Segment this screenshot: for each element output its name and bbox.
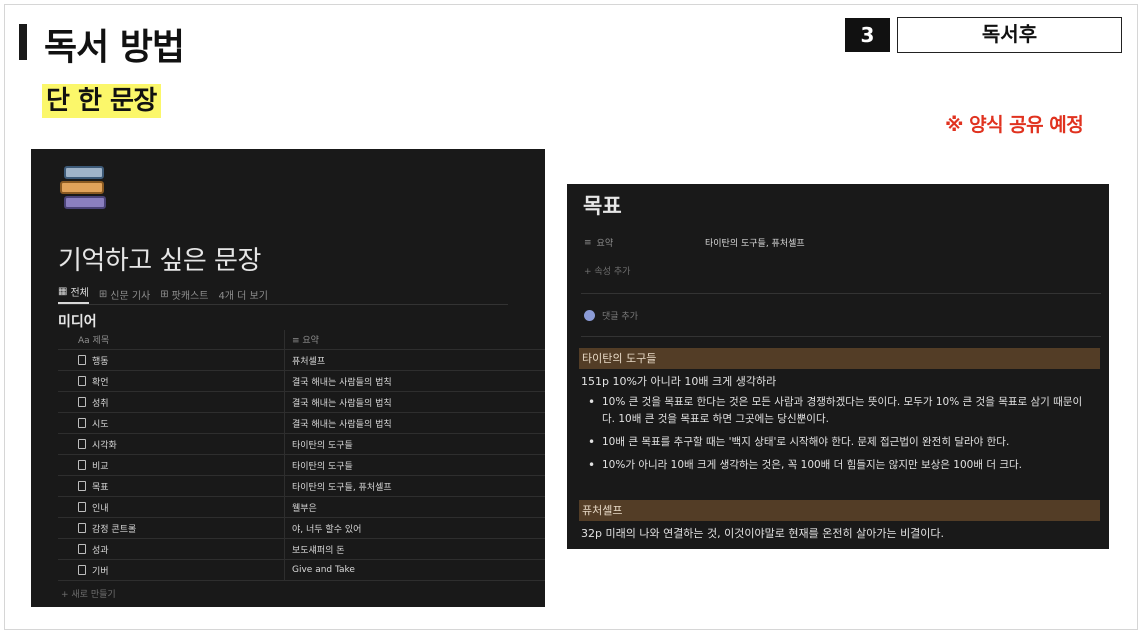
row-summary: 결국 해내는 사람들의 법칙 [292,398,392,409]
slide-subtitle: 단 한 문장 [42,84,161,118]
step-number-badge: 3 [845,18,890,52]
table-row[interactable]: 인내 웰부은 [58,497,545,518]
divider [581,293,1101,294]
column-header-title[interactable]: Aa 제목 [58,330,285,349]
tab-news[interactable]: ⊞ 신문 기사 [99,284,150,304]
row-summary: 퓨처셀프 [292,356,326,367]
row-summary: Give and Take [292,565,355,575]
database-title: 기억하고 싶은 문장 [58,246,261,276]
page-title: 목표 [583,194,622,218]
list-icon: ≡ [584,237,592,248]
title-accent-bar [19,24,27,60]
notion-database-screenshot: 기억하고 싶은 문장 ▦ 전체 ⊞ 신문 기사 ⊞ 팟캐스트 4개 더 보기 미… [31,149,545,607]
tab-all[interactable]: ▦ 전체 [58,284,89,304]
page-icon [78,355,86,365]
list-item: 10%가 아니라 10배 크게 생각하는 것은, 꼭 100배 더 힘들지는 않… [581,457,1091,474]
page-icon [78,481,86,491]
avatar [584,310,595,321]
property-value: 타이탄의 도구들, 퓨처셀프 [705,239,805,249]
row-title: 기버 [58,560,285,580]
page-icon [78,460,86,470]
page-icon [78,565,86,575]
row-title: 목표 [58,476,285,496]
table-row[interactable]: 성취 결국 해내는 사람들의 법칙 [58,392,545,413]
books-icon [58,164,110,214]
row-title: 성과 [58,539,285,559]
list-icon: ≡ [292,336,303,346]
list-item: 10% 큰 것을 목표로 한다는 것은 모든 사람과 경쟁하겠다는 뜻이다. 모… [581,394,1091,428]
table-icon: ▦ [58,286,68,297]
row-summary: 타이탄의 도구들 [292,461,353,472]
page-icon [78,439,86,449]
row-summary: 결국 해내는 사람들의 법칙 [292,377,392,388]
table-header: Aa 제목 ≡ 요약 [58,330,545,350]
row-title: 행동 [58,350,285,370]
page-icon [78,418,86,428]
table-row[interactable]: 비교 타이탄의 도구들 [58,455,545,476]
tabs-divider [58,304,508,305]
table-row[interactable]: 기버 Give and Take [58,560,545,581]
page-icon [78,397,86,407]
row-summary: 야, 너두 할수 있어 [292,524,362,535]
page-icon [78,544,86,554]
add-comment-button[interactable]: 댓글 추가 [584,309,638,322]
section-heading: 타이탄의 도구들 [579,348,1100,369]
row-title: 확언 [58,371,285,391]
row-summary: 타이탄의 도구들 [292,440,353,451]
property-name: ≡ 요약 [584,237,614,250]
step-label-box: 독서후 [897,17,1122,53]
section-text: 151p 10%가 아니라 10배 크게 생각하라 [581,375,777,388]
column-header-summary[interactable]: ≡ 요약 [285,333,545,346]
page-icon [78,376,86,386]
divider [581,336,1101,337]
row-summary: 보도섀퍼의 돈 [292,545,345,556]
notice-text: ※ 양식 공유 예정 [945,114,1084,136]
table-row[interactable]: 행동 퓨처셀프 [58,350,545,371]
group-title: 미디어 [58,314,97,330]
row-title: 성취 [58,392,285,412]
database-table: Aa 제목 ≡ 요약 행동 퓨처셀프 확언 결국 해내는 사람들의 법칙 성취 결국 해내… [58,330,545,581]
tab-podcast[interactable]: ⊞ 팟캐스트 [160,284,208,304]
section-heading: 퓨처셀프 [579,500,1100,521]
bullet-list: 10% 큰 것을 목표로 한다는 것은 모든 사람과 경쟁하겠다는 뜻이다. 모… [581,394,1091,480]
table-row[interactable]: 감정 콘트롤 야, 너두 할수 있어 [58,518,545,539]
row-summary: 타이탄의 도구들, 퓨처셀프 [292,482,392,493]
table-row[interactable]: 성과 보도섀퍼의 돈 [58,539,545,560]
list-item: 10배 큰 목표를 추구할 때는 '백지 상태'로 시작해야 한다. 문제 접근… [581,434,1091,451]
row-title: 시도 [58,413,285,433]
section-text: 32p 미래의 나와 연결하는 것, 이것이야말로 현재를 온전히 살아가는 비… [581,527,945,540]
new-row-button[interactable]: + 새로 만들기 [61,587,116,600]
row-summary: 결국 해내는 사람들의 법칙 [292,419,392,430]
row-title: 비교 [58,455,285,475]
slide-title: 독서 방법 [44,27,185,68]
row-title: 감정 콘트롤 [58,518,285,538]
table-row[interactable]: 확언 결국 해내는 사람들의 법칙 [58,371,545,392]
row-summary: 웰부은 [292,503,317,514]
tab-more-views[interactable]: 4개 더 보기 [218,284,268,304]
table-row[interactable]: 시각화 타이탄의 도구들 [58,434,545,455]
gallery-icon: ⊞ [160,288,169,300]
row-title: 시각화 [58,434,285,454]
page-icon [78,502,86,512]
table-row[interactable]: 시도 결국 해내는 사람들의 법칙 [58,413,545,434]
add-property-button[interactable]: + 속성 추가 [584,264,630,277]
notion-page-screenshot: 목표 ≡ 요약 타이탄의 도구들, 퓨처셀프 + 속성 추가 댓글 추가 타이탄… [567,184,1109,549]
property-row[interactable]: ≡ 요약 타이탄의 도구들, 퓨처셀프 [584,236,805,250]
view-tabs: ▦ 전체 ⊞ 신문 기사 ⊞ 팟캐스트 4개 더 보기 [58,284,268,304]
page-icon [78,523,86,533]
row-title: 인내 [58,497,285,517]
table-row[interactable]: 목표 타이탄의 도구들, 퓨처셀프 [58,476,545,497]
gallery-icon: ⊞ [98,288,108,300]
